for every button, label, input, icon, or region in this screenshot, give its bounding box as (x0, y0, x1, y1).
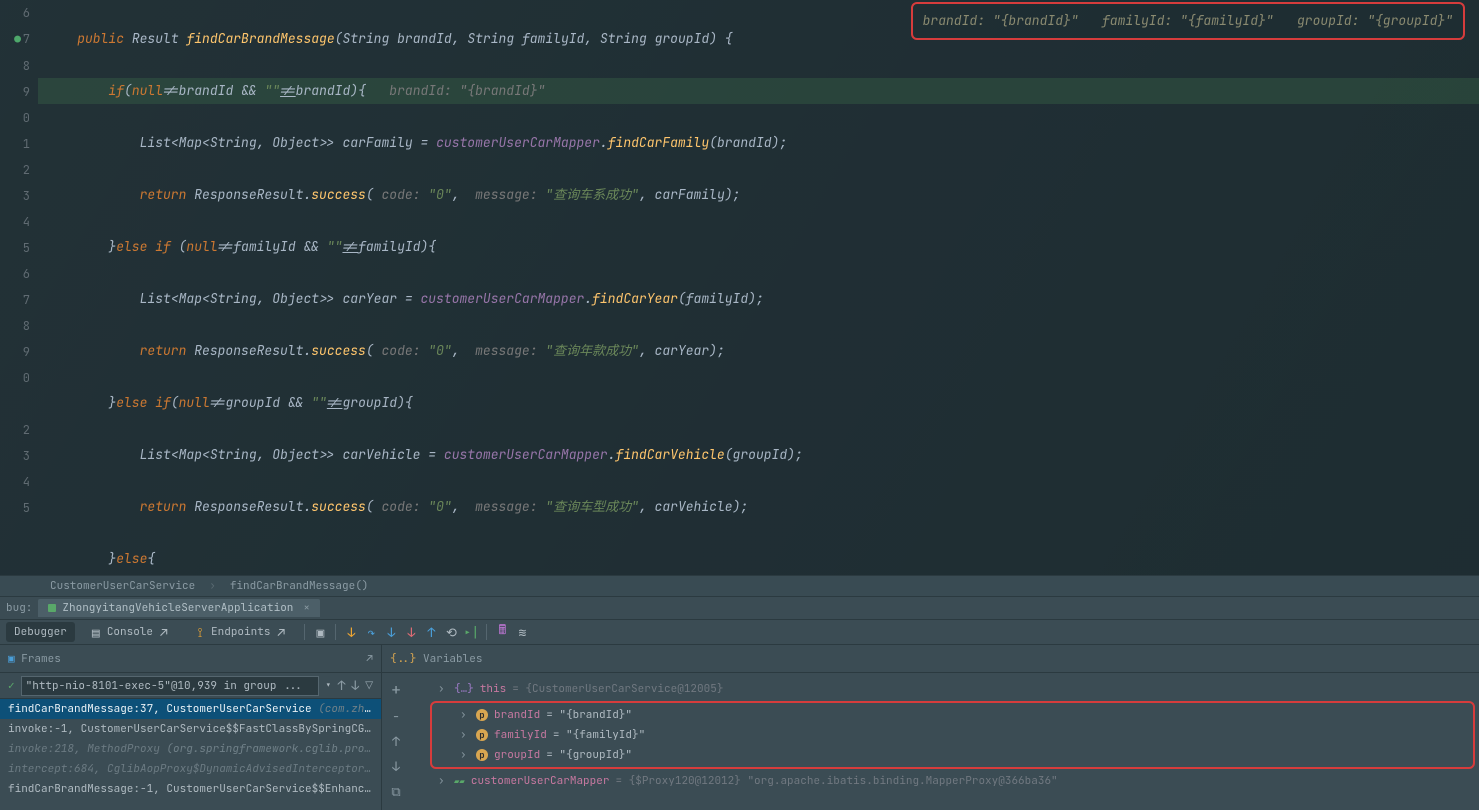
frame-item[interactable]: invoke:218, MethodProxy (org.springframe… (0, 739, 381, 759)
param-icon: p (476, 709, 488, 721)
field-icon: ▰▰ (454, 775, 465, 787)
expand-icon[interactable]: › (460, 728, 470, 742)
frames-title: Frames (21, 652, 61, 666)
close-icon[interactable]: × (303, 601, 310, 615)
param-icon: p (476, 729, 488, 741)
frames-panel: ▣ Frames ↗ ✓ "http-nio-8101-exec-5"@10,9… (0, 645, 382, 810)
inline-param-hints: brandId: "{brandId}" familyId: "{familyI… (911, 2, 1465, 40)
endpoints-icon: ⟟ (193, 625, 207, 639)
down-icon[interactable]: ↓ (392, 758, 400, 775)
variable-row[interactable]: › p groupId = "{groupId}" (432, 745, 1473, 765)
debug-label: bug: (0, 601, 38, 615)
variables-title: Variables (423, 652, 482, 666)
chevron-right-icon: › (209, 579, 216, 593)
debug-body: ▣ Frames ↗ ✓ "http-nio-8101-exec-5"@10,9… (0, 645, 1479, 810)
external-icon: ↗ (274, 625, 288, 639)
run-config-icon (48, 604, 56, 612)
frames-icon: ▣ (8, 652, 15, 666)
variables-list[interactable]: › {…} this = {CustomerUserCarService@120… (410, 673, 1479, 810)
remove-icon[interactable]: − (392, 708, 400, 725)
frame-item[interactable]: findCarBrandMessage:-1, CustomerUserCarS… (0, 779, 381, 799)
variable-row[interactable]: › ▰▰ customerUserCarMapper = {$Proxy120@… (410, 771, 1479, 791)
code-content[interactable]: public Result findCarBrandMessage(String… (38, 0, 1479, 575)
frame-item[interactable]: invoke:-1, CustomerUserCarService$$FastC… (0, 719, 381, 739)
chevron-down-icon[interactable]: ▾ (325, 679, 332, 693)
expand-icon[interactable]: › (460, 748, 470, 762)
line-gutter: 6 ●7 89012345 67890 2345 (0, 0, 38, 575)
external-icon[interactable]: ↗ (366, 652, 373, 666)
variables-panel: {..} Variables + − ↑ ↓ ⧉ › {…} this = {C… (382, 645, 1479, 810)
tab-endpoints[interactable]: ⟟ Endpoints ↗ (185, 622, 296, 642)
param-icon: p (476, 749, 488, 761)
tab-debugger[interactable]: Debugger (6, 622, 75, 642)
trace-icon[interactable]: ≋ (515, 625, 529, 639)
frame-item[interactable]: findCarBrandMessage:37, CustomerUserCarS… (0, 699, 381, 719)
force-step-into-icon[interactable]: ↓ (404, 625, 418, 639)
filter-icon[interactable]: ▽ (365, 677, 373, 694)
expand-icon[interactable]: › (460, 708, 470, 722)
evaluate-icon[interactable]: 🖩 (495, 625, 509, 639)
vars-side-toolbar: + − ↑ ↓ ⧉ (382, 673, 410, 810)
new-watch-icon[interactable]: + (391, 679, 401, 700)
layout-icon[interactable]: ▣ (313, 625, 327, 639)
variable-row[interactable]: › {…} this = {CustomerUserCarService@120… (410, 679, 1479, 699)
console-icon: ▤ (89, 625, 103, 639)
expand-icon[interactable]: › (438, 682, 448, 696)
copy-icon[interactable]: ⧉ (391, 783, 400, 800)
expand-icon[interactable]: › (438, 774, 448, 788)
check-icon: ✓ (8, 679, 15, 693)
thread-selector-row: ✓ "http-nio-8101-exec-5"@10,939 in group… (0, 673, 381, 699)
breadcrumb-item[interactable]: findCarBrandMessage() (230, 579, 369, 593)
step-out-icon[interactable]: ↑ (424, 625, 438, 639)
highlighted-variables: › p brandId = "{brandId}" › p familyId =… (430, 701, 1475, 769)
frames-list[interactable]: findCarBrandMessage:37, CustomerUserCarS… (0, 699, 381, 810)
object-icon: {…} (454, 682, 474, 696)
debug-tabs-row: bug: ZhongyitangVehicleServerApplication… (0, 597, 1479, 619)
breadcrumb-item[interactable]: CustomerUserCarService (50, 579, 195, 593)
breakpoint-icon[interactable]: ● (14, 27, 23, 53)
debug-toolbar: Debugger ▤ Console ↗ ⟟ Endpoints ↗ ▣ ↓ ↷… (0, 619, 1479, 645)
variables-icon: {..} (390, 652, 416, 666)
external-icon: ↗ (157, 625, 171, 639)
thread-select[interactable]: "http-nio-8101-exec-5"@10,939 in group .… (21, 676, 319, 696)
variable-row[interactable]: › p familyId = "{familyId}" (432, 725, 1473, 745)
debug-session-tab[interactable]: ZhongyitangVehicleServerApplication × (38, 599, 320, 617)
up-icon[interactable]: ↑ (392, 733, 400, 750)
step-into-icon[interactable]: ↓ (384, 625, 398, 639)
run-to-cursor-icon[interactable]: ▸| (464, 625, 478, 639)
variable-row[interactable]: › p brandId = "{brandId}" (432, 705, 1473, 725)
drop-frame-icon[interactable]: ⟲ (444, 625, 458, 639)
code-editor[interactable]: 6 ●7 89012345 67890 2345 public Result f… (0, 0, 1479, 575)
tab-console[interactable]: ▤ Console ↗ (81, 622, 179, 642)
breadcrumb: CustomerUserCarService › findCarBrandMes… (0, 575, 1479, 597)
prev-frame-icon[interactable]: ↑ (338, 677, 346, 694)
frame-item[interactable]: intercept:684, CglibAopProxy$DynamicAdvi… (0, 759, 381, 779)
next-frame-icon[interactable]: ↓ (351, 677, 359, 694)
step-over-icon[interactable]: ↷ (364, 625, 378, 639)
show-execution-point-icon[interactable]: ↓ (344, 625, 358, 639)
